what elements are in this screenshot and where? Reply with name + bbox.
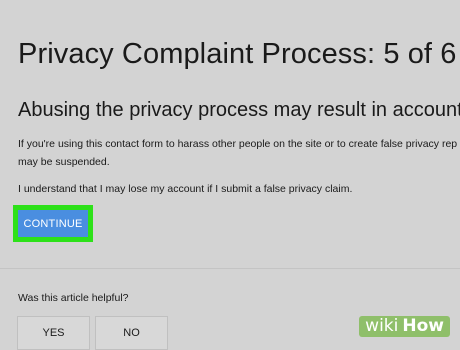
warning-paragraph-line-2: may be suspended. [18,156,110,168]
acknowledgement-text: I understand that I may lose my account … [18,183,353,195]
continue-button-highlight: CONTINUE [13,205,93,242]
section-divider [0,268,460,269]
watermark-how: How [402,316,450,337]
warning-heading: Abusing the privacy process may result i… [18,99,460,121]
watermark-wiki: wiki [359,316,403,337]
wikihow-watermark-logo: wiki How [359,316,450,337]
page-title: Privacy Complaint Process: 5 of 6 [18,38,457,70]
warning-paragraph-line-1: If you're using this contact form to har… [18,138,458,150]
feedback-question: Was this article helpful? [18,292,129,304]
continue-button[interactable]: CONTINUE [18,210,88,237]
warning-paragraph: If you're using this contact form to har… [18,135,460,171]
